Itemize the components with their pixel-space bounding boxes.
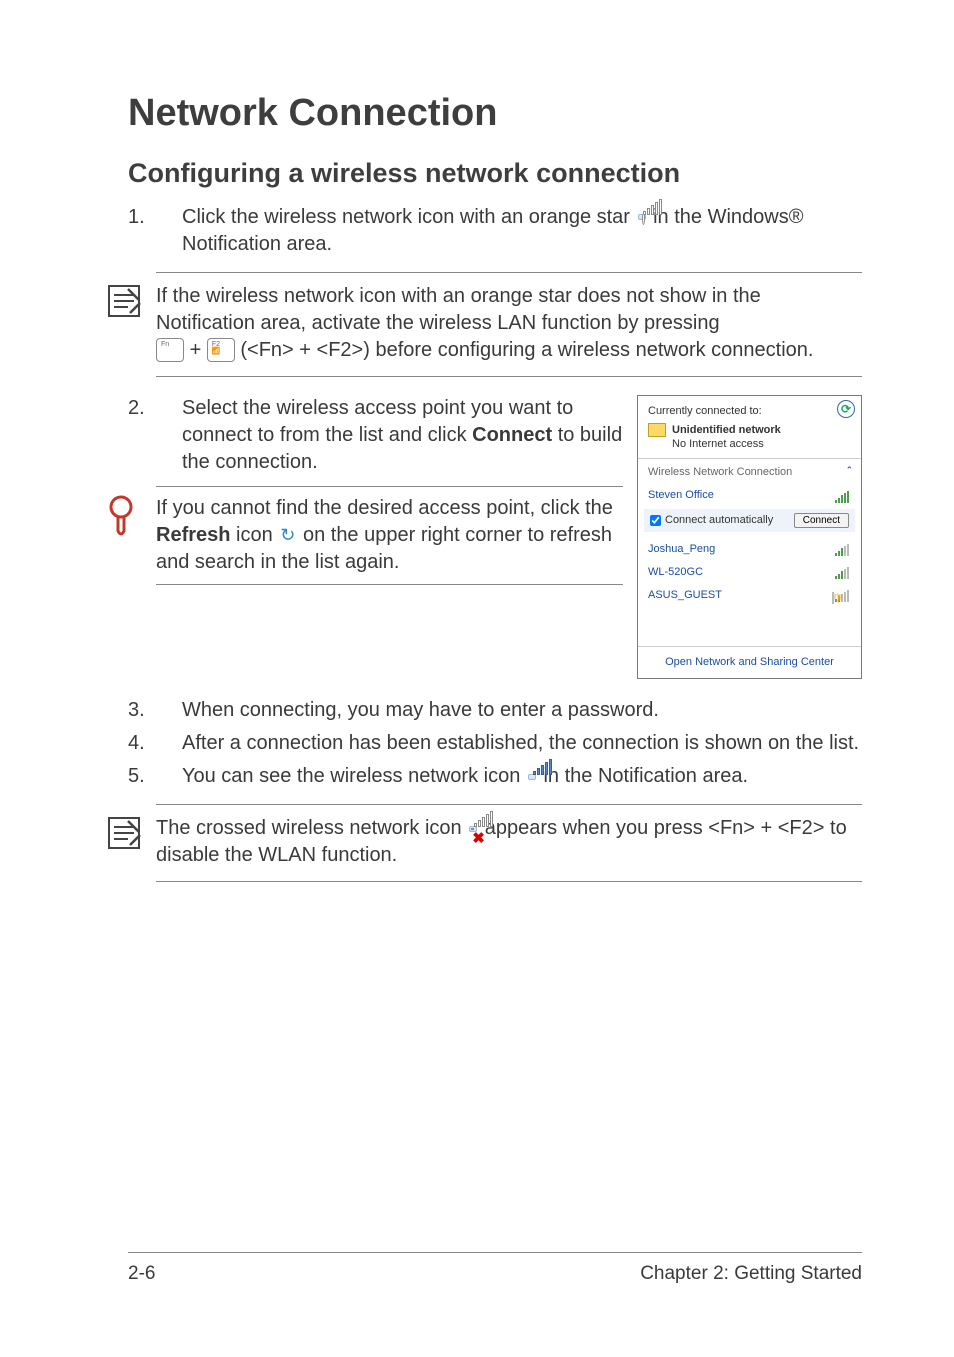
tip-text-a: If you cannot find the desired access po… — [156, 497, 613, 519]
fn-key-icon: Fn — [156, 338, 184, 362]
wireless-orange-star-icon — [638, 214, 646, 220]
step-4-text: After a connection has been established,… — [182, 730, 862, 757]
open-network-center-link[interactable]: Open Network and Sharing Center — [638, 646, 861, 678]
wireless-connected-icon — [528, 774, 536, 780]
wifi-connect-row: Connect automatically Connect — [644, 509, 855, 532]
wifi-item-steven[interactable]: Steven Office — [648, 484, 851, 507]
plus-sign: + — [190, 339, 207, 361]
step-3-text: When connecting, you may have to enter a… — [182, 697, 862, 724]
connect-auto-checkbox[interactable] — [650, 515, 661, 526]
step-2-number: 2. — [128, 395, 182, 476]
note1-line1: If the wireless network icon with an ora… — [156, 285, 761, 334]
connect-button[interactable]: Connect — [794, 513, 849, 528]
step-5: 5. You can see the wireless network icon… — [128, 763, 862, 790]
wifi-item-asus-guest[interactable]: ASUS_GUEST 🛡 — [648, 584, 851, 607]
tip-icon — [106, 495, 136, 539]
tip-refresh: If you cannot find the desired access po… — [156, 486, 623, 585]
popup-refresh-icon[interactable]: ⟳ — [837, 400, 855, 418]
popup-net-status: No Internet access — [672, 437, 781, 452]
step-2: 2. Select the wireless access point you … — [128, 395, 623, 476]
popup-net-name: Unidentified network — [672, 423, 781, 438]
popup-currently-label: Currently connected to: — [648, 404, 851, 419]
wifi-item-label: Joshua_Peng — [648, 542, 715, 557]
wifi-item-label: Steven Office — [648, 488, 714, 503]
note1-after: (<Fn> + <F2>) before configuring a wirel… — [240, 339, 813, 361]
note2-before: The crossed wireless network icon — [156, 817, 467, 839]
note-icon — [106, 283, 142, 319]
wifi-popup: ⟳ Currently connected to: Unidentified n… — [637, 395, 862, 680]
refresh-arrows-icon: ↻ — [280, 523, 295, 547]
signal-icon: 🛡 — [835, 588, 851, 602]
popup-section-label: Wireless Network Connection — [648, 465, 792, 480]
note-crossed-icon: The crossed wireless network icon ✖ appe… — [156, 804, 862, 882]
page-footer: 2-6 Chapter 2: Getting Started — [128, 1252, 862, 1287]
step-5-text-a: You can see the wireless network icon — [182, 765, 526, 787]
popup-caret-icon[interactable]: ˆ — [847, 465, 851, 480]
step-4: 4. After a connection has been establish… — [128, 730, 862, 757]
refresh-bold: Refresh — [156, 524, 230, 546]
tip-text-b: icon — [230, 524, 278, 546]
note-fn-f2: If the wireless network icon with an ora… — [156, 272, 862, 377]
wireless-disabled-icon: ✖ — [469, 826, 477, 832]
page-title: Network Connection — [128, 88, 862, 139]
connect-auto-label: Connect automatically — [665, 513, 790, 528]
f2-key-icon: F2📶 — [207, 338, 235, 362]
wifi-item-label: ASUS_GUEST — [648, 588, 722, 603]
step-1-number: 1. — [128, 204, 182, 258]
step-1-text-a: Click the wireless network icon with an … — [182, 206, 636, 228]
section-heading: Configuring a wireless network connectio… — [128, 155, 862, 191]
step-3-number: 3. — [128, 697, 182, 724]
wifi-item-label: WL-520GC — [648, 565, 703, 580]
wifi-item-wl520gc[interactable]: WL-520GC — [648, 561, 851, 584]
signal-icon — [835, 489, 851, 503]
signal-icon — [835, 542, 851, 556]
connect-bold: Connect — [472, 424, 552, 446]
step-1: 1. Click the wireless network icon with … — [128, 204, 862, 258]
note-icon — [106, 815, 142, 851]
signal-icon — [835, 565, 851, 579]
step-5-text-b: in the Notification area. — [543, 765, 748, 787]
page-number: 2-6 — [128, 1261, 155, 1287]
step-4-number: 4. — [128, 730, 182, 757]
wifi-item-joshua[interactable]: Joshua_Peng — [648, 538, 851, 561]
network-status-icon — [648, 423, 666, 437]
chapter-label: Chapter 2: Getting Started — [640, 1261, 862, 1287]
step-5-number: 5. — [128, 763, 182, 790]
step-3: 3. When connecting, you may have to ente… — [128, 697, 862, 724]
